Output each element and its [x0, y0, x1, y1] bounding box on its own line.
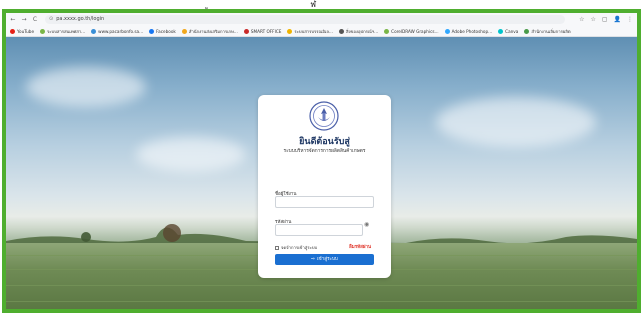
url-text: pa.xxxx.go.th/login	[56, 16, 105, 22]
bookmarks-bar: YouTube ระบบสารสนเทศสา... www.pacarbonfo.s…	[10, 26, 634, 36]
username-input[interactable]	[275, 196, 374, 208]
login-card: ยินดีต้อนรับสู่ ระบบบริหารจัดการการผลิตส…	[258, 95, 391, 278]
background-scene: ยินดีต้อนรับสู่ ระบบบริหารจัดการการผลิตส…	[6, 37, 637, 309]
bookmark-item[interactable]: สิ่งของอุปกรณ์ฯ...	[338, 28, 379, 35]
bookmark-favicon-icon	[243, 28, 249, 34]
screenshot-frame: ← → C ⊙ pa.xxxx.go.th/login ☆ ☆ ▢ 👤 ⋮ Yo…	[2, 9, 641, 313]
show-password-icon[interactable]: ◉	[364, 221, 369, 228]
bookmark-label: ระบบสารสนเทศสา...	[47, 28, 86, 34]
welcome-title: ยินดีต้อนรับสู่	[299, 137, 350, 147]
bookmark-item[interactable]: CorelDRAW Graphics...	[384, 28, 439, 34]
bookmark-label: Adobe Photoshop...	[451, 28, 493, 34]
bookmark-favicon-icon	[524, 28, 530, 34]
forgot-password-link[interactable]: ลืมรหัสผ่าน	[349, 243, 371, 250]
bookmark-label: ระบบสารบรรณอิเล...	[294, 28, 333, 34]
reload-icon[interactable]: C	[32, 16, 38, 24]
cloud	[26, 67, 146, 107]
bookmark-favicon-icon	[384, 28, 390, 34]
crop-row	[6, 301, 637, 302]
cloud	[136, 137, 246, 172]
bookmark-label: สำนักงานส่งเสริมการเกษ...	[188, 28, 238, 34]
bookmark-label: CorelDRAW Graphics...	[391, 28, 439, 34]
bookmark-item[interactable]: SMART OFFICE	[243, 28, 282, 34]
remember-label: จดจำการเข้าสู่ระบบ	[281, 245, 318, 250]
back-icon[interactable]: ←	[10, 16, 16, 24]
bookmark-favicon-icon	[10, 28, 15, 34]
bookmark-favicon-icon	[181, 28, 187, 34]
translate-icon[interactable]: ☆	[579, 14, 584, 25]
bookmark-item[interactable]: Canva	[498, 28, 519, 34]
bookmark-label: Facebook	[156, 28, 176, 34]
bookmark-item[interactable]: Facebook	[149, 28, 176, 34]
tab-view-icon[interactable]: ▢	[602, 14, 608, 25]
bookmark-label: YouTube	[17, 28, 35, 34]
bookmark-item[interactable]: ระบบสารสนเทศสา...	[40, 28, 85, 35]
bookmark-item[interactable]: สำนักงานส่งเสริมการเกษ...	[181, 28, 238, 35]
bookmark-label: www.pacarbonfo.sa...	[98, 28, 144, 34]
bookmark-favicon-icon	[149, 28, 155, 34]
caption-right: ฬ	[310, 0, 317, 9]
bookmark-favicon-icon	[498, 28, 504, 34]
cloud	[436, 97, 596, 147]
bookmark-favicon-icon	[444, 28, 450, 34]
remember-checkbox[interactable]	[275, 245, 279, 250]
bookmark-item[interactable]: สำนักงานเลิ่มการผลิต	[524, 28, 571, 35]
login-button[interactable]: ⇨ เข้าสู่ระบบ	[275, 254, 374, 265]
bookmark-item[interactable]: Adobe Photoshop...	[444, 28, 493, 34]
browser-chrome: ← → C ⊙ pa.xxxx.go.th/login ☆ ☆ ▢ 👤 ⋮ Yo…	[6, 13, 637, 37]
department-seal-icon	[309, 101, 339, 131]
caption-fragment: ู ฬ	[0, 0, 643, 9]
password-input[interactable]	[275, 224, 363, 236]
bookmark-item[interactable]: ระบบสารบรรณอิเล...	[287, 28, 333, 35]
bookmark-favicon-icon	[338, 28, 344, 34]
forward-icon[interactable]: →	[21, 16, 27, 24]
toolbar-icons: ☆ ☆ ▢ 👤 ⋮	[579, 14, 633, 25]
system-subtitle: ระบบบริหารจัดการการผลิตสินค้าเกษตร	[283, 149, 366, 154]
login-button-label: เข้าสู่ระบบ	[316, 257, 338, 262]
bookmark-label: SMART OFFICE	[250, 28, 282, 34]
bookmark-favicon-icon	[287, 28, 293, 34]
profile-icon[interactable]: 👤	[614, 14, 621, 25]
bookmark-item[interactable]: YouTube	[10, 28, 35, 34]
bookmark-item[interactable]: www.pacarbonfo.sa...	[91, 28, 144, 34]
login-icon: ⇨	[311, 257, 315, 262]
remember-me[interactable]: จดจำการเข้าสู่ระบบ	[275, 244, 317, 251]
address-row: ← → C ⊙ pa.xxxx.go.th/login ☆ ☆ ▢ 👤 ⋮	[6, 14, 637, 25]
bookmark-label: Canva	[505, 28, 519, 34]
bookmark-favicon-icon	[40, 28, 46, 34]
menu-icon[interactable]: ⋮	[627, 14, 633, 25]
crop-row	[6, 285, 637, 286]
site-info-icon[interactable]: ⊙	[49, 15, 53, 24]
bookmark-label: สิ่งของอุปกรณ์ฯ...	[345, 28, 379, 34]
address-bar[interactable]: ⊙ pa.xxxx.go.th/login	[45, 15, 565, 24]
bookmark-star-icon[interactable]: ☆	[590, 14, 595, 25]
bookmark-label: สำนักงานเลิ่มการผลิต	[531, 28, 571, 34]
bookmark-favicon-icon	[91, 28, 97, 34]
